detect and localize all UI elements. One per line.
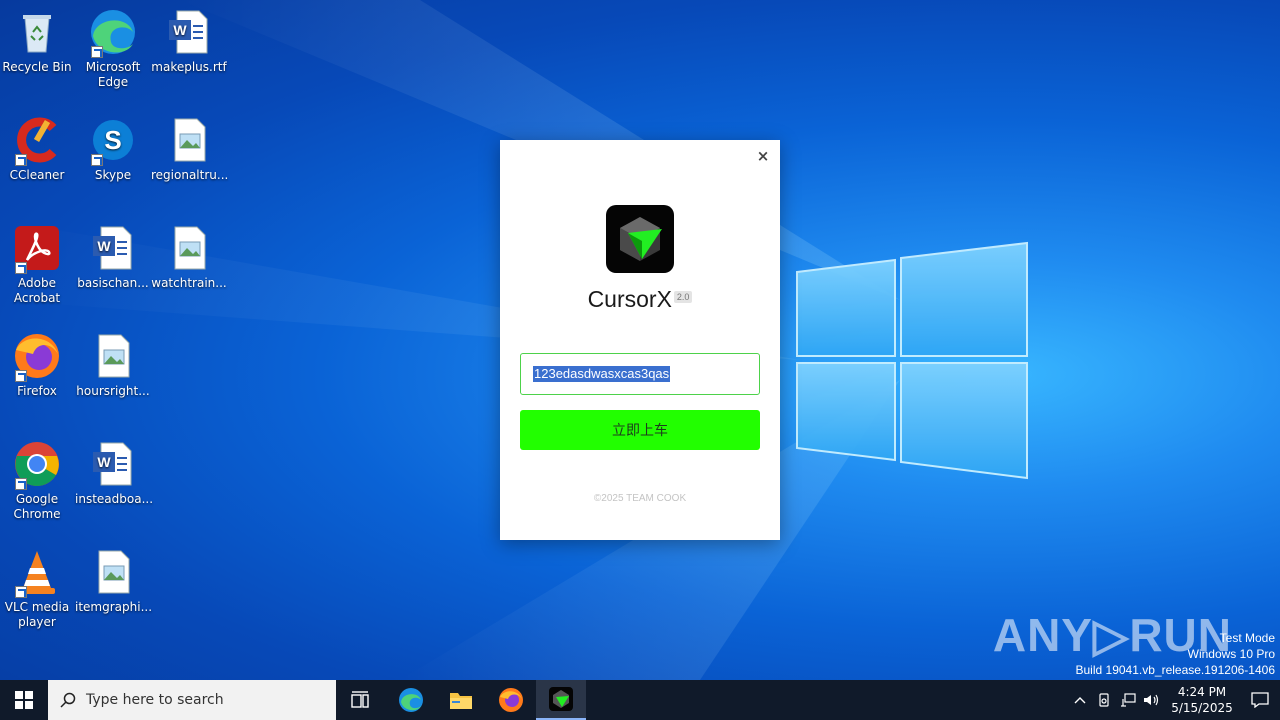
desktop-icon[interactable]: Recycle Bin	[0, 8, 75, 75]
shortcut-arrow-icon	[91, 46, 103, 58]
desktop-icon-label: regionaltru...	[151, 168, 229, 182]
desktop-icon-label: Adobe Acrobat	[13, 276, 61, 305]
shortcut-arrow-icon	[91, 154, 103, 166]
recycle-bin-icon	[13, 8, 61, 56]
ccleaner-icon	[13, 116, 61, 166]
vlc-icon	[13, 548, 61, 598]
taskbar-cursorx[interactable]	[536, 680, 586, 720]
taskbar-file-explorer[interactable]	[436, 680, 486, 720]
build-text: Build 19041.vb_release.191206-1406	[1075, 663, 1276, 677]
task-view-button[interactable]	[336, 680, 386, 720]
svg-text:W: W	[173, 22, 187, 38]
desktop-icon[interactable]: Google Chrome	[0, 440, 75, 522]
chrome-icon	[13, 440, 61, 490]
cursorx-dialog: × CursorX 2.0 123edasdwasxcas3qas 立即上车 ©2…	[500, 140, 780, 540]
desktop-icon-label: VLC media player	[4, 600, 70, 629]
word-doc-icon: W	[89, 224, 137, 272]
taskbar-firefox[interactable]	[486, 680, 536, 720]
shortcut-arrow-icon	[15, 262, 27, 274]
shortcut-arrow-icon	[15, 370, 27, 382]
acrobat-icon	[13, 224, 61, 274]
desktop-icon-label: Google Chrome	[13, 492, 61, 521]
start-button[interactable]	[0, 680, 48, 720]
image-file-icon	[165, 116, 213, 164]
search-icon	[60, 692, 76, 708]
desktop-icon[interactable]: itemgraphi...	[75, 548, 153, 615]
shortcut-arrow-icon	[15, 478, 27, 490]
desktop-icon-label: basischan...	[77, 276, 149, 290]
desktop-icon[interactable]: watchtrain...	[151, 224, 227, 291]
key-input-value: 123edasdwasxcas3qas	[533, 366, 671, 382]
system-tray: 4:24 PM 5/15/2025	[1068, 680, 1280, 720]
desktop-icon[interactable]: CCleaner	[0, 116, 75, 183]
clock-date: 5/15/2025	[1171, 701, 1233, 715]
desktop-icon-label: Firefox	[17, 384, 57, 398]
taskbar-clock[interactable]: 4:24 PM 5/15/2025	[1164, 684, 1240, 716]
image-file-icon	[165, 224, 213, 272]
desktop-icon-label: itemgraphi...	[75, 600, 153, 614]
app-name: CursorX	[587, 286, 672, 312]
firefox-icon	[499, 688, 523, 712]
desktop-icon[interactable]: regionaltru...	[151, 116, 229, 183]
close-icon[interactable]: ×	[756, 148, 770, 164]
taskbar-edge[interactable]	[386, 680, 436, 720]
desktop-icon-label: CCleaner	[9, 168, 65, 182]
taskbar: Type here to search 4:24 PM 5/15/2025	[0, 680, 1280, 720]
app-title: CursorX 2.0	[500, 286, 780, 313]
firefox-icon	[13, 332, 61, 382]
desktop-icon-label: makeplus.rtf	[151, 60, 227, 74]
task-view-icon	[351, 691, 369, 708]
key-input[interactable]: 123edasdwasxcas3qas	[520, 353, 760, 395]
desktop-icon[interactable]: Wbasischan...	[75, 224, 151, 291]
word-doc-icon: W	[165, 8, 213, 56]
edge-icon	[89, 8, 137, 58]
desktop-icon[interactable]: Firefox	[0, 332, 75, 399]
desktop-icon[interactable]: hoursright...	[75, 332, 151, 399]
folder-icon	[450, 693, 472, 709]
search-placeholder: Type here to search	[86, 692, 224, 708]
chevron-up-icon[interactable]	[1068, 696, 1092, 704]
svg-text:S: S	[104, 125, 121, 155]
volume-icon[interactable]	[1140, 693, 1164, 707]
cursorx-taskbar-icon	[549, 687, 573, 711]
image-file-icon	[89, 332, 137, 380]
taskbar-search[interactable]: Type here to search	[48, 680, 336, 720]
windows-start-icon	[15, 691, 33, 709]
version-badge: 2.0	[673, 291, 693, 303]
skype-icon: S	[89, 116, 137, 166]
desktop-icon-label: Recycle Bin	[2, 60, 72, 74]
desktop-icon[interactable]: Adobe Acrobat	[0, 224, 75, 306]
notification-icon	[1251, 692, 1269, 708]
test-mode-text: Test Mode	[1219, 631, 1275, 645]
shortcut-arrow-icon	[15, 586, 27, 598]
network-icon[interactable]	[1116, 693, 1140, 707]
word-doc-icon: W	[89, 440, 137, 488]
desktop-icon[interactable]: Wmakeplus.rtf	[151, 8, 227, 75]
notification-button[interactable]	[1240, 680, 1280, 720]
os-build-info: Test Mode Windows 10 Pro Build 19041.vb_…	[1076, 630, 1276, 678]
copyright-text: ©2025 TEAM COOK	[593, 493, 687, 504]
desktop-icon-label: Microsoft Edge	[85, 60, 141, 89]
desktop-icon[interactable]: Winsteadboa...	[75, 440, 154, 507]
desktop-icon-label: Skype	[94, 168, 132, 182]
image-file-icon	[89, 548, 137, 596]
shortcut-arrow-icon	[15, 154, 27, 166]
board-now-button[interactable]: 立即上车	[520, 410, 760, 450]
desktop-icon-label: insteadboa...	[75, 492, 154, 506]
edge-icon	[399, 688, 423, 712]
svg-text:W: W	[97, 454, 111, 470]
desktop-icon-label: watchtrain...	[151, 276, 227, 290]
desktop-icon[interactable]: S Skype	[75, 116, 151, 183]
desktop-icon[interactable]: VLC media player	[0, 548, 75, 630]
device-icon[interactable]	[1092, 693, 1116, 707]
windows-edition-text: Windows 10 Pro	[1187, 647, 1275, 661]
cursorx-logo-icon	[606, 205, 674, 273]
desktop-icon[interactable]: Microsoft Edge	[75, 8, 151, 90]
svg-text:W: W	[97, 238, 111, 254]
windows-logo-wallpaper	[796, 241, 1028, 480]
clock-time: 4:24 PM	[1177, 685, 1227, 699]
desktop-icon-label: hoursright...	[76, 384, 150, 398]
